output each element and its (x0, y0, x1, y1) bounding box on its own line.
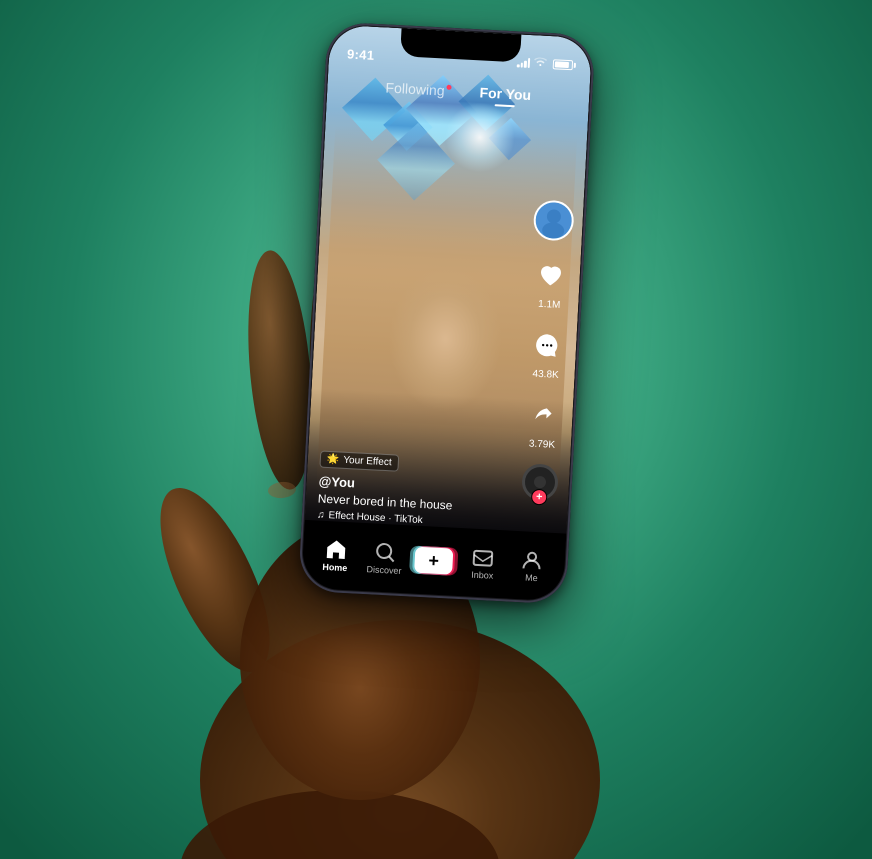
music-note-icon: ♫ (317, 509, 325, 520)
discover-label: Discover (366, 564, 401, 576)
comment-icon (534, 332, 561, 359)
signal-icon (517, 57, 531, 68)
like-action[interactable]: 1.1M (528, 253, 573, 311)
me-label: Me (525, 572, 538, 583)
video-info: 🌟 Your Effect @You Never bored in the ho… (317, 449, 511, 531)
battery-icon (553, 59, 573, 70)
comment-action[interactable]: 43.8K (524, 323, 569, 381)
music-disc-inner (534, 476, 547, 489)
share-icon (531, 403, 556, 428)
like-button[interactable] (529, 253, 573, 297)
effect-badge[interactable]: 🌟 Your Effect (319, 451, 399, 472)
me-icon (521, 548, 544, 571)
home-icon (324, 538, 347, 561)
share-action[interactable]: 3.79K (521, 393, 566, 451)
plus-icon: + (414, 547, 453, 575)
phone-frame: 9:41 (298, 21, 595, 604)
discover-icon (373, 541, 396, 564)
inbox-icon (472, 546, 495, 569)
home-label: Home (322, 562, 348, 573)
effect-emoji: 🌟 (327, 454, 340, 466)
scene: 9:41 (0, 0, 872, 859)
share-count: 3.79K (529, 438, 556, 450)
nav-me[interactable]: Me (507, 548, 558, 585)
heart-icon (536, 261, 565, 290)
share-button[interactable] (521, 393, 565, 437)
create-button[interactable]: + (412, 546, 455, 576)
following-dot (447, 85, 452, 90)
nav-inbox[interactable]: Inbox (457, 545, 508, 582)
comment-button[interactable] (525, 323, 569, 367)
bottom-navigation: Home Discover + (301, 520, 566, 602)
creator-avatar[interactable] (533, 199, 575, 241)
screen: 9:41 (301, 25, 592, 602)
tab-for-you[interactable]: For You (479, 84, 532, 106)
avatar-image (535, 202, 573, 240)
tab-following[interactable]: Following (385, 80, 452, 102)
nav-create[interactable]: + (408, 545, 459, 576)
status-icons (517, 56, 574, 72)
inbox-label: Inbox (471, 570, 494, 581)
status-time: 9:41 (347, 46, 375, 62)
comment-count: 43.8K (532, 369, 559, 381)
nav-home[interactable]: Home (310, 537, 361, 574)
battery-fill (555, 61, 569, 68)
creator-avatar-item[interactable]: + (533, 199, 575, 241)
nav-discover[interactable]: Discover (359, 540, 410, 577)
like-count: 1.1M (538, 299, 561, 311)
effect-label: Your Effect (343, 455, 392, 469)
wifi-icon (534, 57, 548, 71)
